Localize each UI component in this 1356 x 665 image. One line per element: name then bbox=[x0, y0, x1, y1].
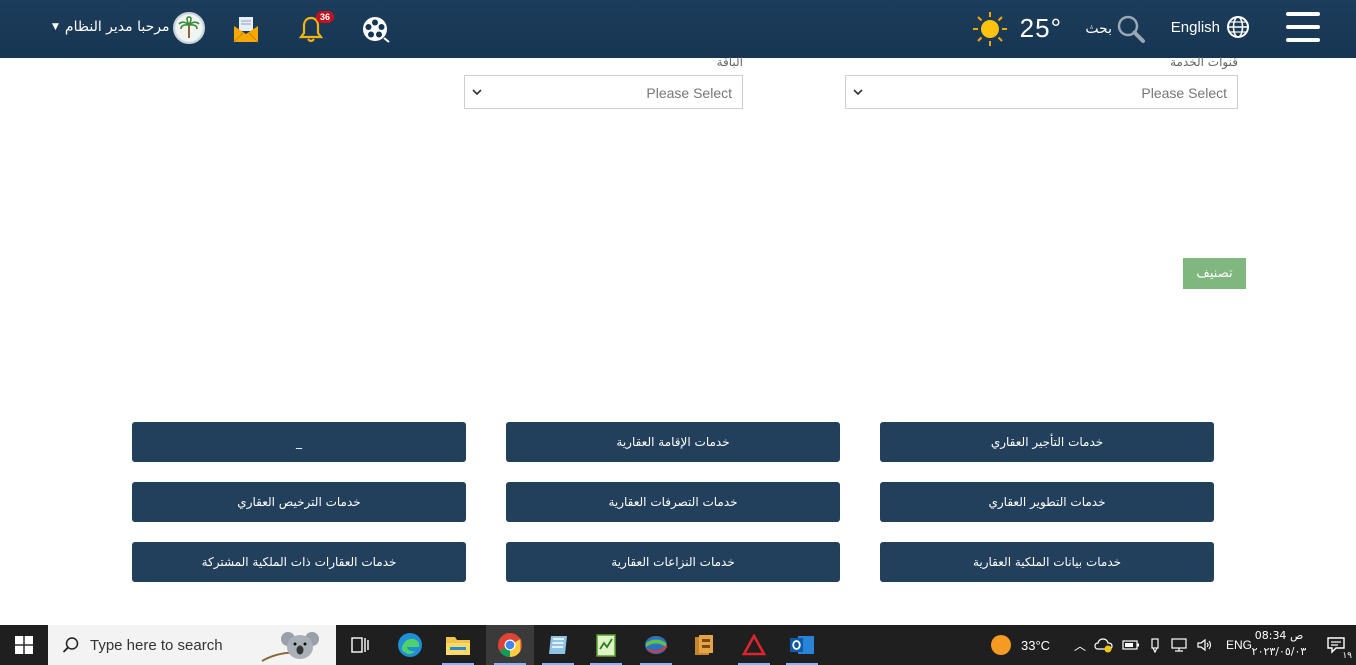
service-button-blank[interactable]: _ bbox=[132, 422, 466, 462]
palm-tree-icon bbox=[176, 15, 202, 41]
service-button-disputes[interactable]: خدمات النزاعات العقارية bbox=[506, 542, 840, 582]
language-switch[interactable]: English bbox=[1171, 15, 1250, 39]
notepad-icon bbox=[596, 634, 616, 657]
package-label: الباقة bbox=[716, 55, 743, 69]
package-select[interactable]: Please Select bbox=[464, 75, 743, 109]
service-button-residence[interactable]: خدمات الإقامة العقارية bbox=[506, 422, 840, 462]
clock-date: ٢٠٢٣/٠٥/٠٣ bbox=[1251, 645, 1307, 658]
service-button-transactions[interactable]: خدمات التصرفات العقارية bbox=[506, 482, 840, 522]
menu-icon[interactable] bbox=[1286, 12, 1320, 46]
tray-weather-temp: 33°C bbox=[1021, 637, 1051, 653]
tray-weather[interactable]: 33°C bbox=[990, 625, 1050, 665]
welcome-text: مرحبا مدير النظام bbox=[64, 19, 170, 35]
weather-sun-icon bbox=[991, 635, 1011, 655]
archive-app-icon bbox=[695, 635, 713, 655]
task-view-button[interactable] bbox=[336, 625, 384, 665]
chrome-browser-icon bbox=[498, 633, 522, 657]
search-label: بحث bbox=[1085, 21, 1112, 37]
search-icon bbox=[62, 637, 79, 653]
chevron-down-icon bbox=[853, 89, 863, 96]
taskbar-app-edge[interactable] bbox=[386, 625, 434, 665]
globe-app-icon bbox=[645, 636, 668, 654]
folder-icon bbox=[446, 637, 470, 655]
globe-icon bbox=[1227, 16, 1249, 38]
onedrive-icon[interactable] bbox=[1094, 637, 1114, 653]
outlook-icon bbox=[790, 636, 814, 654]
sun-icon bbox=[973, 12, 1007, 46]
notifications[interactable]: 36 bbox=[298, 11, 334, 44]
weather-temperature: 25° bbox=[1019, 13, 1062, 43]
taskbar-app-chrome[interactable] bbox=[486, 625, 534, 665]
taskbar-app-triangle[interactable] bbox=[730, 625, 778, 665]
service-button-licensing[interactable]: خدمات الترخيص العقاري bbox=[132, 482, 466, 522]
koala-icon bbox=[261, 632, 319, 662]
service-button-rental[interactable]: خدمات التأجير العقاري bbox=[880, 422, 1214, 462]
chevron-up-icon[interactable]: ︿ bbox=[1074, 637, 1086, 654]
taskbar-app-archive[interactable] bbox=[680, 625, 728, 665]
taskbar-app-outlook[interactable] bbox=[778, 625, 826, 665]
taskbar-search[interactable]: Type here to search bbox=[48, 625, 336, 665]
input-language[interactable]: ENG bbox=[1226, 638, 1252, 652]
battery-icon[interactable] bbox=[1122, 638, 1140, 652]
organization-logo bbox=[173, 12, 205, 44]
windows-logo-icon bbox=[15, 636, 33, 654]
film-reel-icon[interactable] bbox=[360, 14, 390, 44]
caret-down-icon: ▼ bbox=[52, 22, 59, 32]
service-channels-select[interactable]: Please Select bbox=[845, 75, 1238, 109]
classify-button[interactable]: تصنيف bbox=[1183, 258, 1246, 289]
pen-icon[interactable] bbox=[1148, 637, 1162, 653]
service-channels-label: قنوات الخدمة bbox=[1170, 55, 1238, 69]
notification-badge: 36 bbox=[315, 11, 334, 23]
notification-count: ١٩ bbox=[1342, 651, 1352, 661]
system-tray-icons: ︿ ENG bbox=[1074, 625, 1252, 665]
taskbar-app-globe-tool[interactable] bbox=[632, 625, 680, 665]
taskbar-app-document[interactable] bbox=[534, 625, 582, 665]
chevron-down-icon bbox=[472, 89, 482, 96]
action-center-button[interactable]: ١٩ bbox=[1316, 625, 1356, 665]
taskbar-search-placeholder: Type here to search bbox=[90, 636, 223, 654]
service-button-development[interactable]: خدمات التطوير العقاري bbox=[880, 482, 1214, 522]
service-button-shared-ownership[interactable]: خدمات العقارات ذات الملكية المشتركة bbox=[132, 542, 466, 582]
taskbar-app-notepad[interactable] bbox=[582, 625, 630, 665]
windows-taskbar: Type here to search 33°C ︿ ENG 08:34 ص ٢… bbox=[0, 625, 1356, 665]
package-placeholder: Please Select bbox=[646, 85, 732, 101]
edge-browser-icon bbox=[398, 633, 422, 657]
start-button[interactable] bbox=[0, 625, 48, 665]
language-label: English bbox=[1170, 18, 1220, 36]
mail-icon[interactable] bbox=[232, 14, 260, 44]
service-button-ownership-data[interactable]: خدمات بيانات الملكية العقارية bbox=[880, 542, 1214, 582]
volume-icon[interactable] bbox=[1196, 637, 1214, 653]
taskbar-clock[interactable]: 08:34 ص ٢٠٢٣/٠٥/٠٣ bbox=[1250, 628, 1308, 660]
search-icon bbox=[1117, 15, 1145, 43]
warning-triangle-icon bbox=[742, 634, 766, 656]
user-menu[interactable]: ▼ مرحبا مدير النظام bbox=[52, 19, 169, 35]
document-app-icon bbox=[549, 636, 567, 654]
taskbar-app-file-explorer[interactable] bbox=[434, 625, 482, 665]
network-icon[interactable] bbox=[1170, 637, 1188, 653]
task-view-icon bbox=[351, 637, 369, 653]
service-channels-placeholder: Please Select bbox=[1141, 85, 1227, 101]
clock-time: 08:34 ص bbox=[1254, 629, 1304, 642]
top-header: English بحث 25° 36 ▼ مرحبا مدير النظام bbox=[0, 0, 1356, 58]
app-window: English بحث 25° 36 ▼ مرحبا مدير النظام ق… bbox=[0, 0, 1356, 665]
header-search[interactable]: بحث bbox=[1085, 14, 1146, 44]
